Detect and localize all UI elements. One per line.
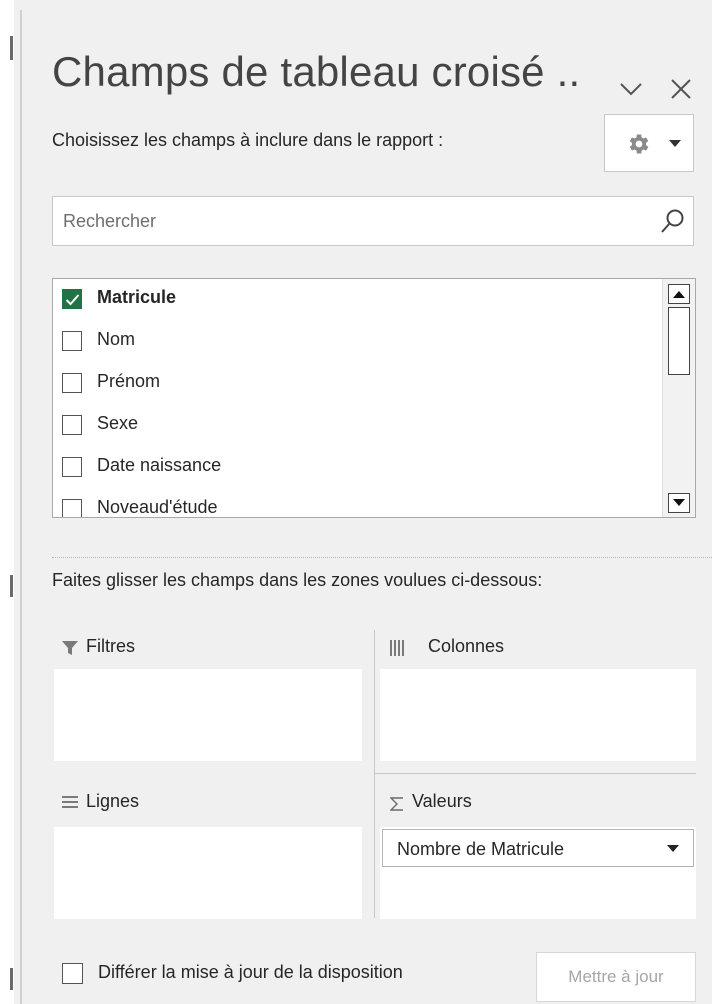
field-item-niveau-etude[interactable]: Noveaud'étude (53, 489, 663, 517)
update-button-label: Mettre à jour (568, 967, 664, 986)
field-checkbox[interactable] (62, 331, 82, 351)
field-label: Matricule (97, 287, 177, 307)
field-checkbox[interactable] (62, 499, 82, 517)
drag-instruction: Faites glisser les champs dans les zones… (52, 570, 543, 590)
field-checkbox[interactable] (62, 457, 82, 477)
rows-label: Lignes (86, 791, 140, 811)
scroll-up-button[interactable] (668, 284, 690, 304)
dropdown-arrow-icon[interactable] (667, 845, 679, 853)
search-input[interactable] (53, 197, 643, 245)
section-divider (52, 557, 712, 558)
field-item-date-naissance[interactable]: Date naissance (53, 447, 663, 487)
values-label: Valeurs (412, 791, 472, 811)
field-item-matricule[interactable]: Matricule (53, 279, 663, 319)
choose-fields-label: Choisissez les champs à inclure dans le … (52, 130, 444, 150)
field-label: Date naissance (97, 455, 222, 475)
columns-icon (390, 640, 404, 656)
field-label: Noveaud'étude (97, 497, 218, 517)
rows-drop-zone[interactable] (54, 827, 362, 919)
zone-separator-vertical (374, 630, 375, 918)
field-label: Sexe (97, 413, 139, 433)
field-list[interactable]: Matricule Nom Prénom Sexe Date naissance… (52, 278, 696, 518)
sigma-icon (390, 797, 403, 811)
field-item-nom[interactable]: Nom (53, 321, 663, 361)
gear-icon (629, 134, 649, 154)
rows-icon (62, 796, 78, 808)
panel-title: Champs de tableau croisé .. (52, 48, 581, 95)
pane-splitter[interactable] (20, 10, 22, 1004)
update-button[interactable]: Mettre à jour (536, 952, 696, 1002)
chevron-down-icon (620, 83, 642, 96)
arrow-down-icon (673, 499, 685, 506)
defer-update-checkbox[interactable] (62, 963, 83, 984)
filters-drop-zone[interactable] (54, 669, 362, 761)
field-item-prenom[interactable]: Prénom (53, 363, 663, 403)
filters-label: Filtres (86, 636, 135, 656)
worksheet-edge (0, 0, 14, 1004)
field-checkbox[interactable] (62, 373, 82, 393)
checkmark-icon (65, 294, 80, 306)
splitter-tick-middle (10, 575, 13, 597)
dropdown-arrow-icon (669, 140, 681, 147)
columns-drop-zone[interactable] (380, 669, 696, 761)
field-label: Nom (97, 329, 136, 349)
defer-update-label: Différer la mise à jour de la dispositio… (98, 962, 403, 982)
value-field-item[interactable]: Nombre de Matricule (382, 829, 694, 867)
value-field-label: Nombre de Matricule (397, 839, 565, 859)
search-box[interactable] (52, 196, 694, 246)
splitter-tick-top (10, 36, 13, 60)
field-list-scrollbar[interactable] (662, 279, 695, 517)
scroll-down-button[interactable] (668, 493, 690, 513)
columns-label: Colonnes (428, 636, 505, 656)
arrow-up-icon (673, 291, 685, 298)
zone-separator-horizontal (374, 773, 696, 774)
close-icon (671, 79, 691, 99)
tools-button[interactable] (604, 114, 694, 172)
field-item-sexe[interactable]: Sexe (53, 405, 663, 445)
collapse-button[interactable] (612, 70, 650, 108)
scroll-thumb[interactable] (668, 307, 690, 375)
filter-icon (62, 641, 78, 655)
search-icon[interactable] (659, 207, 687, 235)
field-checkbox[interactable] (62, 415, 82, 435)
splitter-tick-bottom (10, 968, 13, 990)
close-button[interactable] (664, 72, 698, 106)
field-label: Prénom (97, 371, 161, 391)
field-checkbox[interactable] (62, 289, 82, 309)
